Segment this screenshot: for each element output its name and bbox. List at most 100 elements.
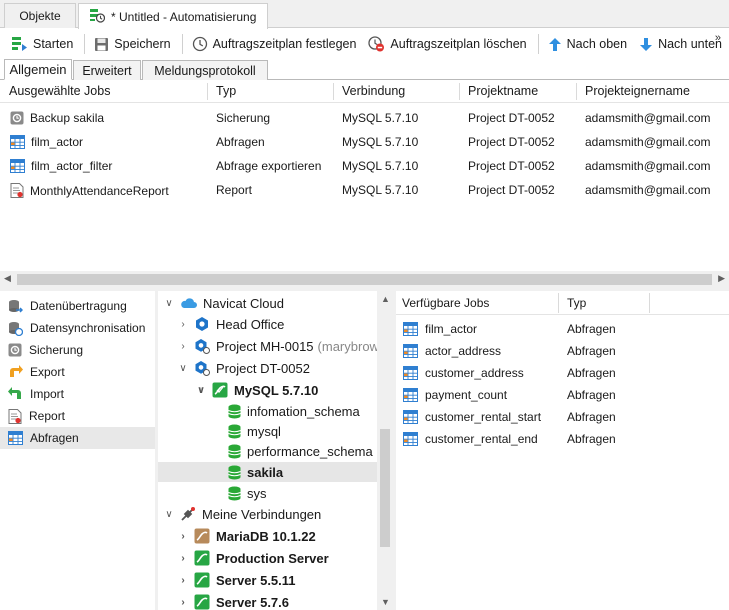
chevron-right-icon[interactable]: › (176, 319, 190, 330)
tree-node-label: Navicat Cloud (203, 295, 284, 311)
nav-item-report[interactable]: Report (0, 405, 155, 427)
tree-node-navicat-cloud[interactable]: ∨ Navicat Cloud (162, 293, 284, 313)
table-row[interactable]: MonthlyAttendanceReport Report MySQL 5.7… (0, 178, 729, 202)
tree-node-db-infomation-schema[interactable]: infomation_schema (228, 401, 360, 421)
chevron-down-icon[interactable]: ∨ (162, 298, 176, 309)
column-divider (333, 83, 334, 100)
nav-item-data-transfer[interactable]: Datenübertragung (0, 295, 155, 317)
job-owner: adamsmith@gmail.com (585, 135, 711, 149)
job-owner: adamsmith@gmail.com (585, 183, 711, 197)
start-button[interactable]: Starten (6, 32, 78, 56)
chevron-right-icon[interactable]: › (176, 531, 190, 542)
scrollbar-thumb[interactable] (17, 274, 712, 285)
tree-node-db-performance-schema[interactable]: performance_schema (228, 441, 373, 461)
tree-node-head-office[interactable]: › Head Office (176, 314, 284, 334)
tree-node-my-connections[interactable]: ∨ Meine Verbindungen (162, 504, 321, 524)
tab-message-log[interactable]: Meldungsprotokoll (142, 60, 268, 80)
table-row[interactable]: customer_address Abfragen (396, 362, 729, 384)
scroll-up-arrow-icon[interactable]: ▲ (381, 294, 390, 304)
tree-node-db-mysql[interactable]: mysql (228, 421, 281, 441)
nav-item-import[interactable]: Import (0, 383, 155, 405)
tree-node-server-5-7-6[interactable]: › Server 5.7.6 (176, 592, 289, 610)
chevron-down-icon[interactable]: ∨ (162, 509, 176, 520)
tab-general[interactable]: Allgemein (4, 59, 72, 80)
scroll-right-arrow-icon[interactable]: ▶ (718, 273, 725, 284)
project-owner-label: (marybrown (317, 338, 387, 354)
table-row[interactable]: film_actor Abfragen (396, 318, 729, 340)
toolbar-overflow-button[interactable]: » (715, 32, 721, 44)
database-icon (228, 404, 241, 418)
tree-node-server-5-5-11[interactable]: › Server 5.5.11 (176, 570, 296, 590)
set-schedule-button[interactable]: Auftragszeitplan festlegen (187, 32, 362, 56)
chevron-right-icon[interactable]: › (176, 597, 190, 608)
tree-node-mariadb[interactable]: › MariaDB 10.1.22 (176, 526, 316, 546)
query-icon (403, 366, 418, 380)
chevron-right-icon[interactable]: › (176, 341, 190, 352)
tree-vertical-scrollbar[interactable]: ▲ ▼ (377, 291, 393, 610)
move-down-button[interactable]: Nach unten (634, 32, 727, 56)
column-header-project[interactable]: Projektname (468, 84, 538, 98)
column-header-type[interactable]: Typ (567, 296, 586, 310)
job-name: Backup sakila (30, 111, 105, 125)
horizontal-scrollbar[interactable]: ◀ ▶ (0, 271, 729, 288)
query-icon (403, 388, 418, 402)
tree-node-production-server[interactable]: › Production Server (176, 548, 329, 568)
save-button[interactable]: Speichern (89, 32, 175, 56)
table-row[interactable]: customer_rental_start Abfragen (396, 406, 729, 428)
table-row[interactable]: Backup sakila Sicherung MySQL 5.7.10 Pro… (0, 106, 729, 130)
chevron-right-icon[interactable]: › (176, 553, 190, 564)
delete-schedule-label: Auftragszeitplan löschen (390, 37, 527, 51)
table-row[interactable]: film_actor Abfragen MySQL 5.7.10 Project… (0, 130, 729, 154)
tab-objects[interactable]: Objekte (4, 3, 76, 28)
mysql-connection-icon (194, 594, 210, 610)
column-header-jobs[interactable]: Ausgewählte Jobs (9, 84, 110, 98)
column-header-connection[interactable]: Verbindung (342, 84, 405, 98)
job-type: Sicherung (216, 111, 271, 125)
nav-item-label: Sicherung (29, 343, 84, 357)
nav-item-export[interactable]: Export (0, 361, 155, 383)
nav-item-label: Abfragen (30, 431, 79, 445)
tree-node-label: Server 5.7.6 (216, 594, 290, 610)
nav-item-data-sync[interactable]: Datensynchronisation (0, 317, 155, 339)
move-up-button[interactable]: Nach oben (543, 32, 632, 56)
job-name: customer_rental_end (425, 432, 538, 446)
tab-advanced[interactable]: Erweitert (73, 60, 141, 80)
table-row[interactable]: customer_rental_end Abfragen (396, 428, 729, 450)
column-header-available-jobs[interactable]: Verfügbare Jobs (402, 296, 489, 310)
tree-node-project-dt-0052[interactable]: ∨ Project DT-0052 (176, 358, 310, 378)
table-row[interactable]: film_actor_filter Abfrage exportieren My… (0, 154, 729, 178)
job-type: Abfragen (567, 432, 616, 446)
selected-jobs-table: Ausgewählte Jobs Typ Verbindung Projektn… (0, 81, 729, 271)
tree-node-label: infomation_schema (247, 403, 360, 419)
tree-node-db-sakila[interactable]: sakila (158, 462, 377, 482)
job-project: Project DT-0052 (468, 135, 555, 149)
table-row[interactable]: payment_count Abfragen (396, 384, 729, 406)
column-header-type[interactable]: Typ (216, 84, 236, 98)
column-divider (459, 83, 460, 100)
project-shared-icon (195, 361, 210, 376)
tree-node-db-sys[interactable]: sys (228, 483, 267, 503)
tree-node-project-mh-0015[interactable]: › Project MH-0015 (marybrown (176, 336, 386, 356)
tree-node-mysql-5-7-10[interactable]: ∨ MySQL 5.7.10 (194, 380, 318, 400)
chevron-right-icon[interactable]: › (176, 575, 190, 586)
job-name: payment_count (425, 388, 508, 402)
scroll-down-arrow-icon[interactable]: ▼ (381, 597, 390, 607)
tree-node-label: Project DT-0052 (216, 360, 310, 376)
chevron-down-icon[interactable]: ∨ (194, 385, 208, 396)
nav-item-backup[interactable]: Sicherung (0, 339, 155, 361)
data-transfer-icon (9, 299, 23, 313)
clock-delete-icon (368, 36, 385, 52)
table-row[interactable]: actor_address Abfragen (396, 340, 729, 362)
chevron-down-icon[interactable]: ∨ (176, 363, 190, 374)
job-name-cell: film_actor (403, 322, 477, 336)
bottom-panel: Datenübertragung Datensynchronisation Si… (0, 288, 729, 610)
delete-schedule-button[interactable]: Auftragszeitplan löschen (363, 32, 531, 56)
nav-item-queries[interactable]: Abfragen (0, 427, 155, 449)
scroll-left-arrow-icon[interactable]: ◀ (4, 273, 11, 284)
scrollbar-thumb[interactable] (380, 429, 390, 547)
column-header-owner[interactable]: Projekteignername (585, 84, 690, 98)
tab-automation[interactable]: * Untitled - Automatisierung (78, 3, 268, 29)
query-icon (403, 322, 418, 336)
job-name: actor_address (425, 344, 502, 358)
tree-node-label: MySQL 5.7.10 (234, 382, 319, 398)
